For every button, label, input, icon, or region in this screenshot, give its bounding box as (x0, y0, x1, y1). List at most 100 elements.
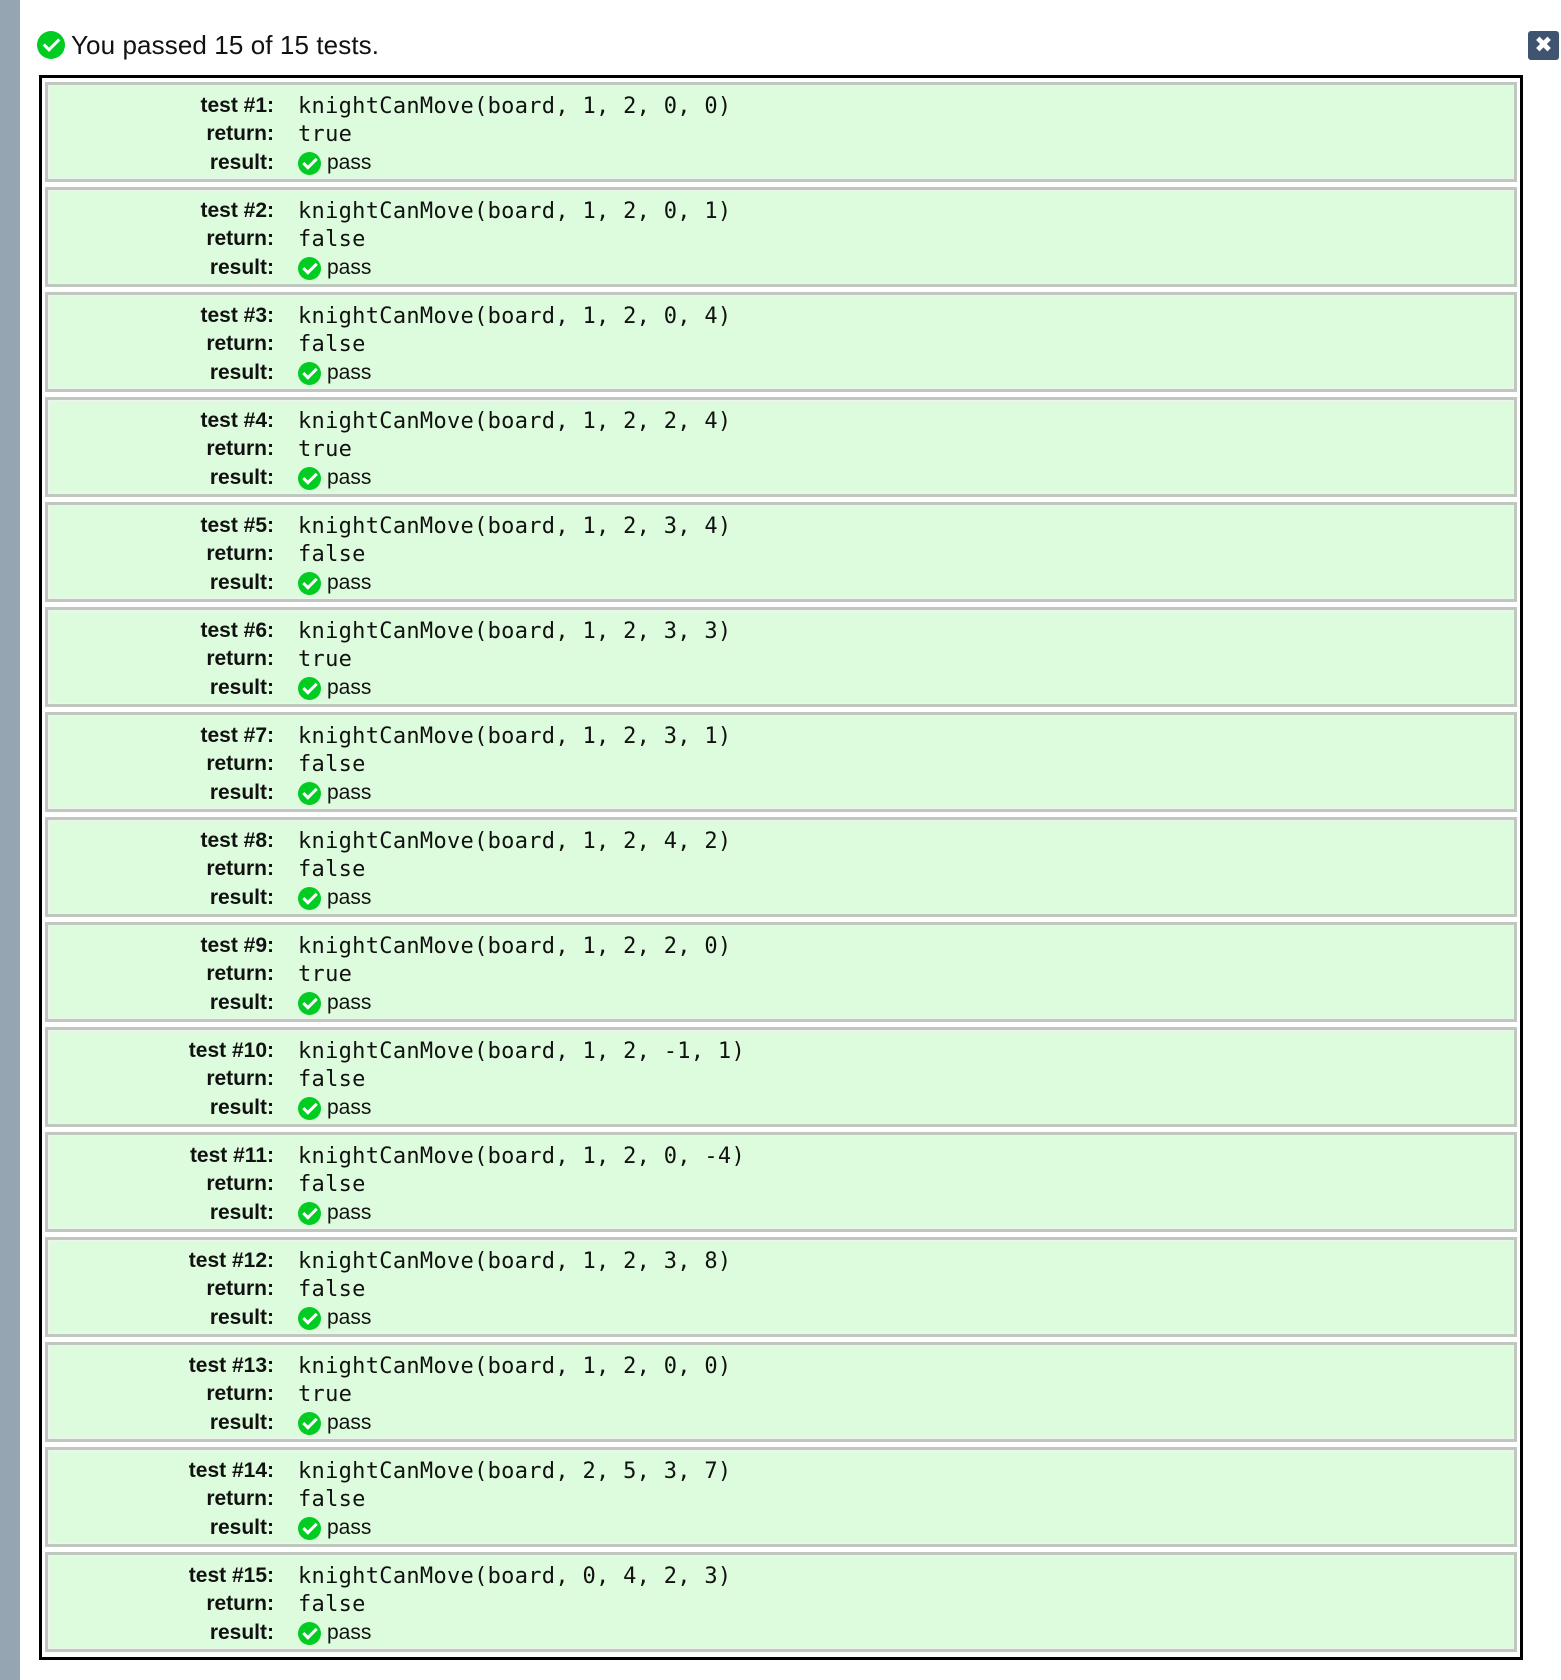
test-result-item: test #10: knightCanMove(board, 1, 2, -1, … (45, 1027, 1517, 1127)
test-call-row: test #7: knightCanMove(board, 1, 2, 3, 1) (48, 722, 731, 750)
test-return-row: return: false (48, 855, 366, 883)
check-circle-icon (298, 1516, 321, 1540)
result-label: result: (209, 676, 274, 699)
return-label: return: (206, 1277, 274, 1300)
result-label: result: (209, 1516, 274, 1539)
test-return-row: return: false (48, 1590, 366, 1618)
return-label: return: (206, 542, 274, 565)
check-circle-icon (298, 1411, 321, 1435)
result-value: pass (298, 1096, 371, 1120)
return-value: false (298, 751, 366, 777)
result-text: pass (327, 1096, 372, 1119)
test-result-item: test #6: knightCanMove(board, 1, 2, 3, 3)… (45, 607, 1517, 707)
test-result-row: result: pass (48, 779, 371, 807)
test-call-row: test #14: knightCanMove(board, 2, 5, 3, 7… (48, 1457, 731, 1485)
test-call: knightCanMove(board, 1, 2, 2, 4) (298, 408, 732, 434)
return-value: false (298, 1171, 366, 1197)
test-call-row: test #15: knightCanMove(board, 0, 4, 2, 3… (48, 1562, 731, 1590)
test-return-row: return: false (48, 330, 366, 358)
result-value: pass (298, 991, 371, 1015)
result-label: result: (209, 886, 274, 909)
test-call: knightCanMove(board, 1, 2, 0, -4) (298, 1143, 745, 1169)
check-circle-icon (37, 31, 65, 59)
test-label: test #1: (200, 94, 274, 117)
test-result-row: result: pass (48, 254, 371, 282)
test-call-row: test #13: knightCanMove(board, 1, 2, 0, 0… (48, 1352, 731, 1380)
return-label: return: (206, 122, 274, 145)
test-return-row: return: true (48, 960, 352, 988)
result-label: result: (209, 256, 274, 279)
test-label: test #15: (188, 1564, 274, 1587)
test-call-row: test #11: knightCanMove(board, 1, 2, 0, -… (48, 1142, 745, 1170)
test-label: test #7: (200, 724, 274, 747)
test-result-item: test #13: knightCanMove(board, 1, 2, 0, 0… (45, 1342, 1517, 1442)
result-value: pass (298, 1621, 371, 1645)
result-text: pass (327, 1621, 372, 1644)
test-result-item: test #2: knightCanMove(board, 1, 2, 0, 1)… (45, 187, 1517, 287)
return-label: return: (206, 332, 274, 355)
test-return-row: return: false (48, 750, 366, 778)
return-value: true (298, 121, 353, 147)
check-circle-icon (298, 466, 321, 490)
test-result-item: test #5: knightCanMove(board, 1, 2, 3, 4)… (45, 502, 1517, 602)
result-value: pass (298, 1306, 371, 1330)
test-call-row: test #8: knightCanMove(board, 1, 2, 4, 2) (48, 827, 731, 855)
test-result-item: test #7: knightCanMove(board, 1, 2, 3, 1)… (45, 712, 1517, 812)
test-label: test #12: (188, 1249, 274, 1272)
close-button[interactable]: ✖ (1528, 31, 1559, 60)
return-value: true (298, 646, 353, 672)
test-call: knightCanMove(board, 1, 2, 0, 0) (298, 1353, 732, 1379)
return-label: return: (206, 647, 274, 670)
test-return-row: return: false (48, 225, 366, 253)
test-result-row: result: pass (48, 884, 371, 912)
check-circle-icon (298, 1621, 321, 1645)
test-return-row: return: true (48, 435, 352, 463)
result-text: pass (327, 571, 372, 594)
check-circle-icon (298, 676, 321, 700)
result-value: pass (298, 886, 371, 910)
result-label: result: (209, 781, 274, 804)
return-label: return: (206, 752, 274, 775)
result-text: pass (327, 151, 372, 174)
result-value: pass (298, 676, 371, 700)
test-results-list: test #1: knightCanMove(board, 1, 2, 0, 0)… (39, 75, 1523, 1660)
test-label: test #5: (200, 514, 274, 537)
return-value: true (298, 436, 353, 462)
test-return-row: return: false (48, 1170, 366, 1198)
test-call: knightCanMove(board, 1, 2, 3, 1) (298, 723, 732, 749)
return-label: return: (206, 437, 274, 460)
return-label: return: (206, 1382, 274, 1405)
result-text: pass (327, 1201, 372, 1224)
test-result-row: result: pass (48, 1514, 371, 1542)
test-return-row: return: false (48, 1275, 366, 1303)
test-result-row: result: pass (48, 1094, 371, 1122)
test-result-row: result: pass (48, 464, 371, 492)
check-circle-icon (298, 991, 321, 1015)
check-circle-icon (298, 151, 321, 175)
test-summary: You passed 15 of 15 tests. (37, 28, 379, 62)
test-call-row: test #2: knightCanMove(board, 1, 2, 0, 1) (48, 197, 731, 225)
return-value: false (298, 226, 366, 252)
result-value: pass (298, 1411, 371, 1435)
result-value: pass (298, 571, 371, 595)
test-return-row: return: false (48, 540, 366, 568)
result-label: result: (209, 1201, 274, 1224)
test-return-row: return: true (48, 1380, 352, 1408)
test-result-item: test #12: knightCanMove(board, 1, 2, 3, 8… (45, 1237, 1517, 1337)
return-value: false (298, 1066, 366, 1092)
return-value: false (298, 856, 366, 882)
result-text: pass (327, 886, 372, 909)
check-circle-icon (298, 1306, 321, 1330)
test-result-row: result: pass (48, 1199, 371, 1227)
test-call: knightCanMove(board, 1, 2, 4, 2) (298, 828, 732, 854)
test-return-row: return: true (48, 120, 352, 148)
test-call-row: test #1: knightCanMove(board, 1, 2, 0, 0) (48, 92, 731, 120)
return-label: return: (206, 857, 274, 880)
result-label: result: (209, 571, 274, 594)
result-value: pass (298, 1201, 371, 1225)
test-result-row: result: pass (48, 1304, 371, 1332)
test-result-row: result: pass (48, 674, 371, 702)
test-result-row: result: pass (48, 1619, 371, 1647)
result-value: pass (298, 361, 371, 385)
test-result-item: test #8: knightCanMove(board, 1, 2, 4, 2)… (45, 817, 1517, 917)
